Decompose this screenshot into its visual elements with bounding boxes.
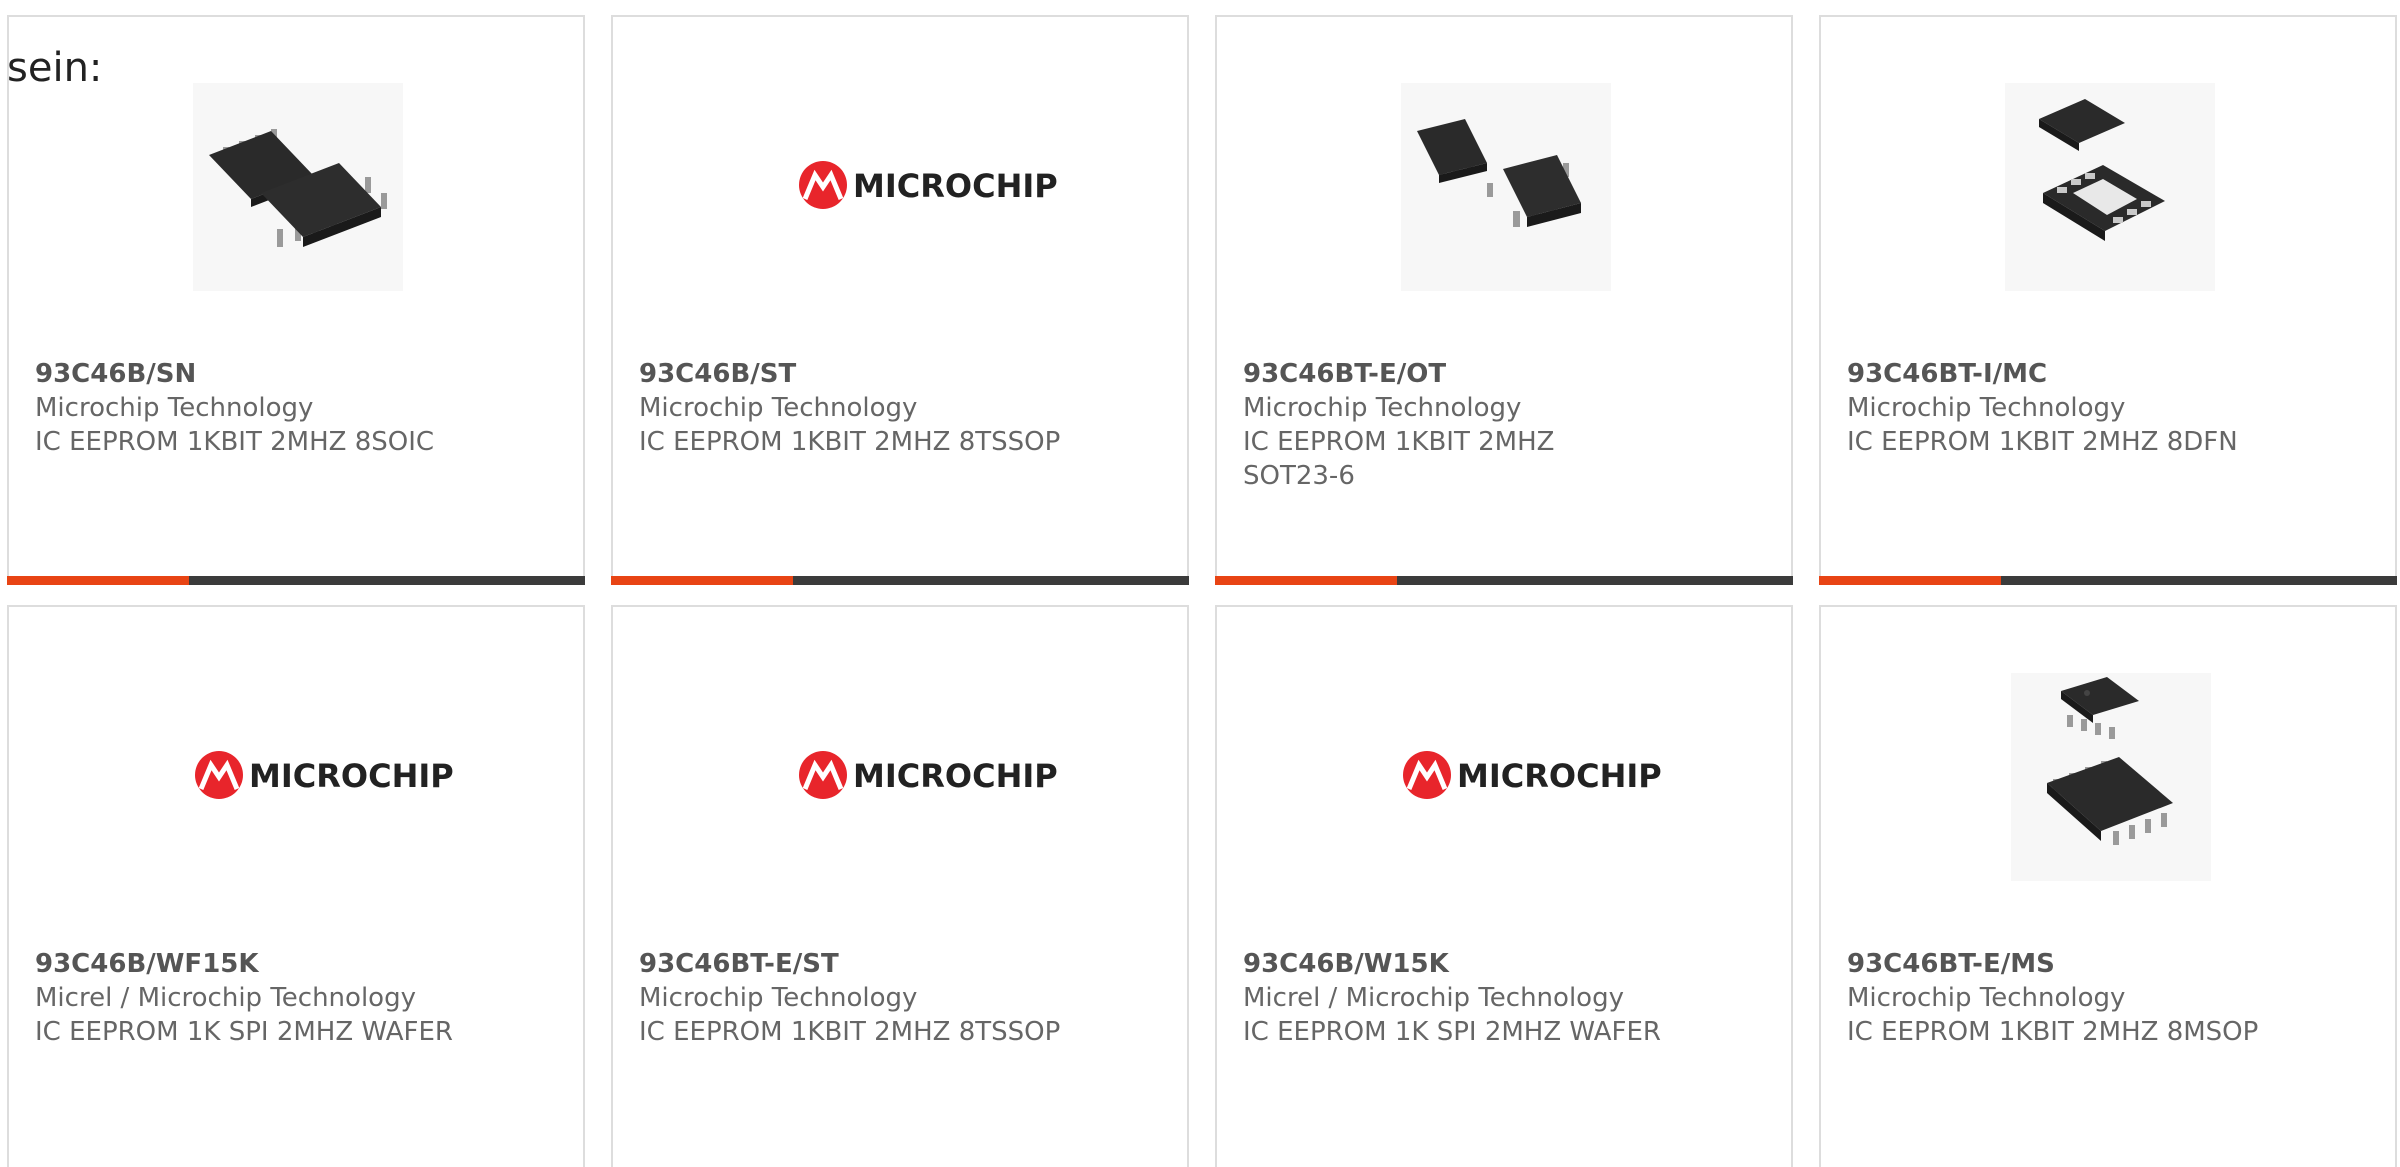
product-info: 93C46BT-I/MC Microchip Technology IC EEP…	[1847, 357, 2347, 459]
product-info: 93C46B/W15K Micrel / Microchip Technolog…	[1243, 947, 1743, 1049]
msop8-chip-image	[2011, 673, 2211, 881]
description: IC EEPROM 1KBIT 2MHZ 8TSSOP	[639, 1017, 1061, 1047]
card-bottom-bar	[1215, 576, 1793, 585]
intro-text: sein:	[7, 45, 103, 91]
manufacturer: Microchip Technology	[35, 393, 314, 423]
product-info: 93C46B/WF15K Micrel / Microchip Technolo…	[35, 947, 535, 1049]
product-image[interactable]: MICROCHIP	[9, 673, 583, 881]
description: IC EEPROM 1KBIT 2MHZ 8TSSOP	[639, 427, 1061, 457]
description: IC EEPROM 1K SPI 2MHZ WAFER	[1243, 1017, 1661, 1047]
card-accent	[1819, 576, 2001, 585]
card-accent	[7, 576, 189, 585]
card-accent	[1215, 576, 1397, 585]
manufacturer: Microchip Technology	[1243, 393, 1522, 423]
product-card[interactable]: 93C46B/SN Microchip Technology IC EEPROM…	[7, 15, 585, 585]
microchip-logo-icon: MICROCHIP	[1403, 751, 1662, 799]
logo-text: MICROCHIP	[853, 757, 1058, 795]
dfn8-chip-image	[2005, 83, 2215, 291]
manufacturer: Microchip Technology	[1847, 983, 2126, 1013]
part-number-link[interactable]: 93C46B/ST	[639, 357, 1139, 391]
product-card[interactable]: MICROCHIP 93C46B/W15K Micrel / Microchip…	[1215, 605, 1793, 1167]
manufacturer: Micrel / Microchip Technology	[1243, 983, 1624, 1013]
part-number-link[interactable]: 93C46B/W15K	[1243, 947, 1743, 981]
product-info: 93C46BT-E/OT Microchip Technology IC EEP…	[1243, 357, 1743, 493]
description: IC EEPROM 1KBIT 2MHZ SOT23-6	[1243, 427, 1555, 491]
product-info: 93C46B/SN Microchip Technology IC EEPROM…	[35, 357, 535, 459]
product-card[interactable]: 93C46BT-E/OT Microchip Technology IC EEP…	[1215, 15, 1793, 585]
sot23-chip-image	[1401, 83, 1611, 291]
description: IC EEPROM 1KBIT 2MHZ 8MSOP	[1847, 1017, 2259, 1047]
product-card[interactable]: 93C46BT-I/MC Microchip Technology IC EEP…	[1819, 15, 2397, 585]
part-number-link[interactable]: 93C46B/WF15K	[35, 947, 535, 981]
part-number-link[interactable]: 93C46BT-E/ST	[639, 947, 1139, 981]
product-image[interactable]	[9, 83, 583, 291]
product-image[interactable]	[1217, 83, 1791, 291]
product-info: 93C46B/ST Microchip Technology IC EEPROM…	[639, 357, 1139, 459]
logo-text: MICROCHIP	[853, 167, 1058, 205]
card-bottom-bar	[7, 576, 585, 585]
card-bottom-bar	[611, 576, 1189, 585]
product-info: 93C46BT-E/MS Microchip Technology IC EEP…	[1847, 947, 2347, 1049]
microchip-logo-icon: MICROCHIP	[799, 751, 1058, 799]
product-image[interactable]: MICROCHIP	[613, 83, 1187, 291]
microchip-logo-icon: MICROCHIP	[195, 751, 454, 799]
manufacturer: Microchip Technology	[639, 983, 918, 1013]
logo-text: MICROCHIP	[249, 757, 454, 795]
product-card[interactable]: MICROCHIP 93C46B/WF15K Micrel / Microchi…	[7, 605, 585, 1167]
product-image[interactable]: MICROCHIP	[613, 673, 1187, 881]
part-number-link[interactable]: 93C46B/SN	[35, 357, 535, 391]
logo-text: MICROCHIP	[1457, 757, 1662, 795]
card-bottom-bar	[1819, 576, 2397, 585]
product-image[interactable]	[1821, 83, 2395, 291]
part-number-link[interactable]: 93C46BT-E/OT	[1243, 357, 1743, 391]
product-card[interactable]: MICROCHIP 93C46BT-E/ST Microchip Technol…	[611, 605, 1189, 1167]
product-card[interactable]: MICROCHIP 93C46B/ST Microchip Technology…	[611, 15, 1189, 585]
manufacturer: Microchip Technology	[1847, 393, 2126, 423]
part-number-link[interactable]: 93C46BT-I/MC	[1847, 357, 2347, 391]
description: IC EEPROM 1KBIT 2MHZ 8DFN	[1847, 427, 2238, 457]
product-image[interactable]: MICROCHIP	[1217, 673, 1791, 881]
manufacturer: Microchip Technology	[639, 393, 918, 423]
product-image[interactable]	[1821, 673, 2395, 881]
part-number-link[interactable]: 93C46BT-E/MS	[1847, 947, 2347, 981]
manufacturer: Micrel / Microchip Technology	[35, 983, 416, 1013]
card-accent	[611, 576, 793, 585]
description: IC EEPROM 1K SPI 2MHZ WAFER	[35, 1017, 453, 1047]
soic8-chip-image	[193, 83, 403, 291]
product-card[interactable]: 93C46BT-E/MS Microchip Technology IC EEP…	[1819, 605, 2397, 1167]
product-info: 93C46BT-E/ST Microchip Technology IC EEP…	[639, 947, 1139, 1049]
microchip-logo-icon: MICROCHIP	[799, 161, 1058, 209]
page: sein: 93C46B/SN Microchip Technology IC …	[0, 0, 2400, 1167]
description: IC EEPROM 1KBIT 2MHZ 8SOIC	[35, 427, 435, 457]
